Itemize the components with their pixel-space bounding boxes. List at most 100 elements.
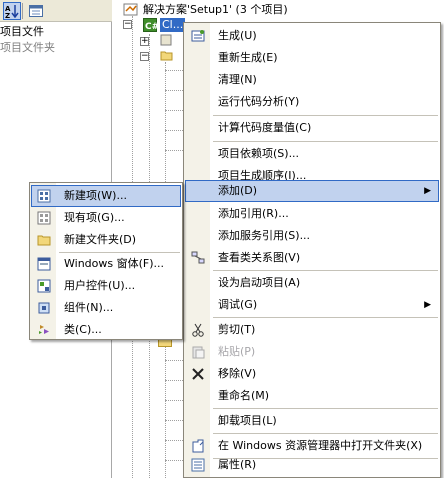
tree-guide-line [165, 110, 185, 111]
menu-item-code-metrics[interactable]: 计算代码度量值(C) [185, 117, 439, 139]
menu-separator [213, 317, 438, 318]
csharp-project-icon: C# [143, 18, 157, 32]
property-row[interactable]: 项目文件夹 [0, 40, 112, 56]
menu-item-label: 现有项(G)... [64, 211, 125, 224]
menu-item-label: 剪切(T) [218, 323, 256, 336]
windows-form-icon [36, 256, 52, 272]
component-icon [36, 300, 52, 316]
references-icon [160, 34, 172, 46]
menu-item-set-startup[interactable]: 设为启动项目(A) [185, 272, 439, 294]
references-node[interactable] [160, 33, 172, 47]
menu-item-label: 组件(N)... [64, 301, 114, 314]
build-icon [190, 28, 206, 44]
menu-item-new-folder[interactable]: 新建文件夹(D) [31, 229, 181, 251]
menu-separator [213, 433, 438, 434]
menu-item-label: 查看类关系图(V) [218, 251, 301, 264]
menu-item-add-reference[interactable]: 添加引用(R)... [185, 203, 439, 225]
sort-alphabetical-button[interactable]: A Z [3, 2, 21, 20]
menu-item-cut[interactable]: 剪切(T) [185, 319, 439, 341]
paste-icon [190, 344, 206, 360]
svg-text:C#: C# [145, 22, 157, 32]
menu-item-label: 属性(R) [218, 458, 257, 471]
expand-icon[interactable]: + [140, 37, 149, 46]
tree-guide-line [165, 90, 185, 91]
collapse-icon[interactable]: − [140, 52, 149, 61]
solution-icon [123, 3, 138, 16]
class-diagram-icon [190, 250, 206, 266]
property-pages-button[interactable] [27, 2, 45, 20]
properties-toolbar: A Z [0, 0, 112, 22]
menu-item-label: 重新生成(E) [218, 51, 278, 64]
new-folder-icon [36, 232, 52, 248]
menu-item-new-item[interactable]: 新建项(W)... [31, 185, 181, 207]
menu-item-label: Windows 窗体(F)... [64, 257, 164, 270]
class-icon [36, 322, 52, 338]
menu-item-label: 项目依赖项(S)... [218, 147, 300, 160]
project-context-menu: 生成(U) 重新生成(E) 清理(N) 运行代码分析(Y) 计算代码度量值(C)… [183, 22, 441, 478]
tree-guide-line [165, 130, 185, 131]
open-folder-icon [190, 438, 206, 454]
tree-guide-line [165, 400, 185, 401]
menu-separator [213, 115, 438, 116]
menu-item-label: 新建项(W)... [64, 189, 127, 202]
menu-item-project-dependencies[interactable]: 项目依赖项(S)... [185, 143, 439, 165]
folder-node[interactable] [160, 48, 174, 62]
menu-item-label: 用户控件(U)... [64, 279, 136, 292]
menu-separator [213, 408, 438, 409]
menu-item-properties[interactable]: 属性(R) [185, 454, 439, 476]
tree-guide-line [165, 440, 185, 441]
add-submenu: 新建项(W)... 现有项(G)... 新建文件夹(D) Windows 窗体(… [29, 182, 183, 340]
tree-guide-line [165, 360, 185, 361]
menu-item-label: 粘贴(P) [218, 345, 256, 358]
property-row[interactable]: 项目文件 [0, 24, 112, 40]
menu-item-label: 卸载项目(L) [218, 414, 277, 427]
menu-item-existing-item[interactable]: 现有项(G)... [31, 207, 181, 229]
menu-item-add[interactable]: 添加(D) ▶ [185, 180, 439, 202]
existing-item-icon [36, 210, 52, 226]
tree-guide-line [165, 460, 185, 461]
menu-item-label: 调试(G) [218, 298, 258, 311]
menu-item-label: 添加引用(R)... [218, 207, 289, 220]
menu-separator [213, 141, 438, 142]
menu-item-debug[interactable]: 调试(G) ▶ [185, 294, 439, 316]
menu-item-clean[interactable]: 清理(N) [185, 69, 439, 91]
tree-guide-line [165, 150, 185, 151]
menu-item-windows-form[interactable]: Windows 窗体(F)... [31, 253, 181, 275]
menu-item-user-control[interactable]: 用户控件(U)... [31, 275, 181, 297]
menu-item-label: 添加服务引用(S)... [218, 229, 311, 242]
submenu-arrow-icon: ▶ [424, 186, 431, 196]
menu-item-add-service-reference[interactable]: 添加服务引用(S)... [185, 225, 439, 247]
menu-item-label: 设为启动项目(A) [218, 276, 301, 289]
menu-item-view-class-diagram[interactable]: 查看类关系图(V) [185, 247, 439, 269]
open-folder-icon [160, 51, 173, 61]
menu-item-class[interactable]: 类(C)... [31, 319, 181, 341]
tree-guide-line [165, 420, 185, 421]
project-label: Cl... [160, 18, 186, 32]
menu-item-paste[interactable]: 粘贴(P) [185, 341, 439, 363]
menu-separator [213, 270, 438, 271]
menu-item-label: 新建文件夹(D) [64, 233, 137, 246]
menu-item-label: 添加(D) [218, 184, 258, 197]
menu-item-label: 类(C)... [64, 323, 102, 336]
tree-guide-line [165, 380, 185, 381]
collapse-icon[interactable]: − [123, 20, 132, 29]
user-control-icon [36, 278, 52, 294]
sort-alphabetical-icon: A Z [5, 5, 19, 18]
toolbar-separator [22, 3, 23, 19]
menu-item-label: 移除(V) [218, 367, 257, 380]
project-node[interactable]: C# Cl... [143, 17, 186, 33]
menu-item-component[interactable]: 组件(N)... [31, 297, 181, 319]
menu-item-label: 运行代码分析(Y) [218, 95, 300, 108]
menu-item-run-code-analysis[interactable]: 运行代码分析(Y) [185, 91, 439, 113]
menu-item-label: 清理(N) [218, 73, 257, 86]
solution-label: 解决方案'Setup1' (3 个项目) [143, 3, 288, 16]
svg-text:Z: Z [5, 12, 10, 18]
menu-item-rename[interactable]: 重命名(M) [185, 385, 439, 407]
solution-node[interactable]: 解决方案'Setup1' (3 个项目) [123, 1, 288, 17]
menu-item-rebuild[interactable]: 重新生成(E) [185, 47, 439, 69]
menu-item-build[interactable]: 生成(U) [185, 25, 439, 47]
submenu-arrow-icon: ▶ [424, 300, 431, 310]
menu-item-unload-project[interactable]: 卸载项目(L) [185, 410, 439, 432]
menu-item-remove[interactable]: 移除(V) [185, 363, 439, 385]
menu-item-label: 重命名(M) [218, 389, 270, 402]
